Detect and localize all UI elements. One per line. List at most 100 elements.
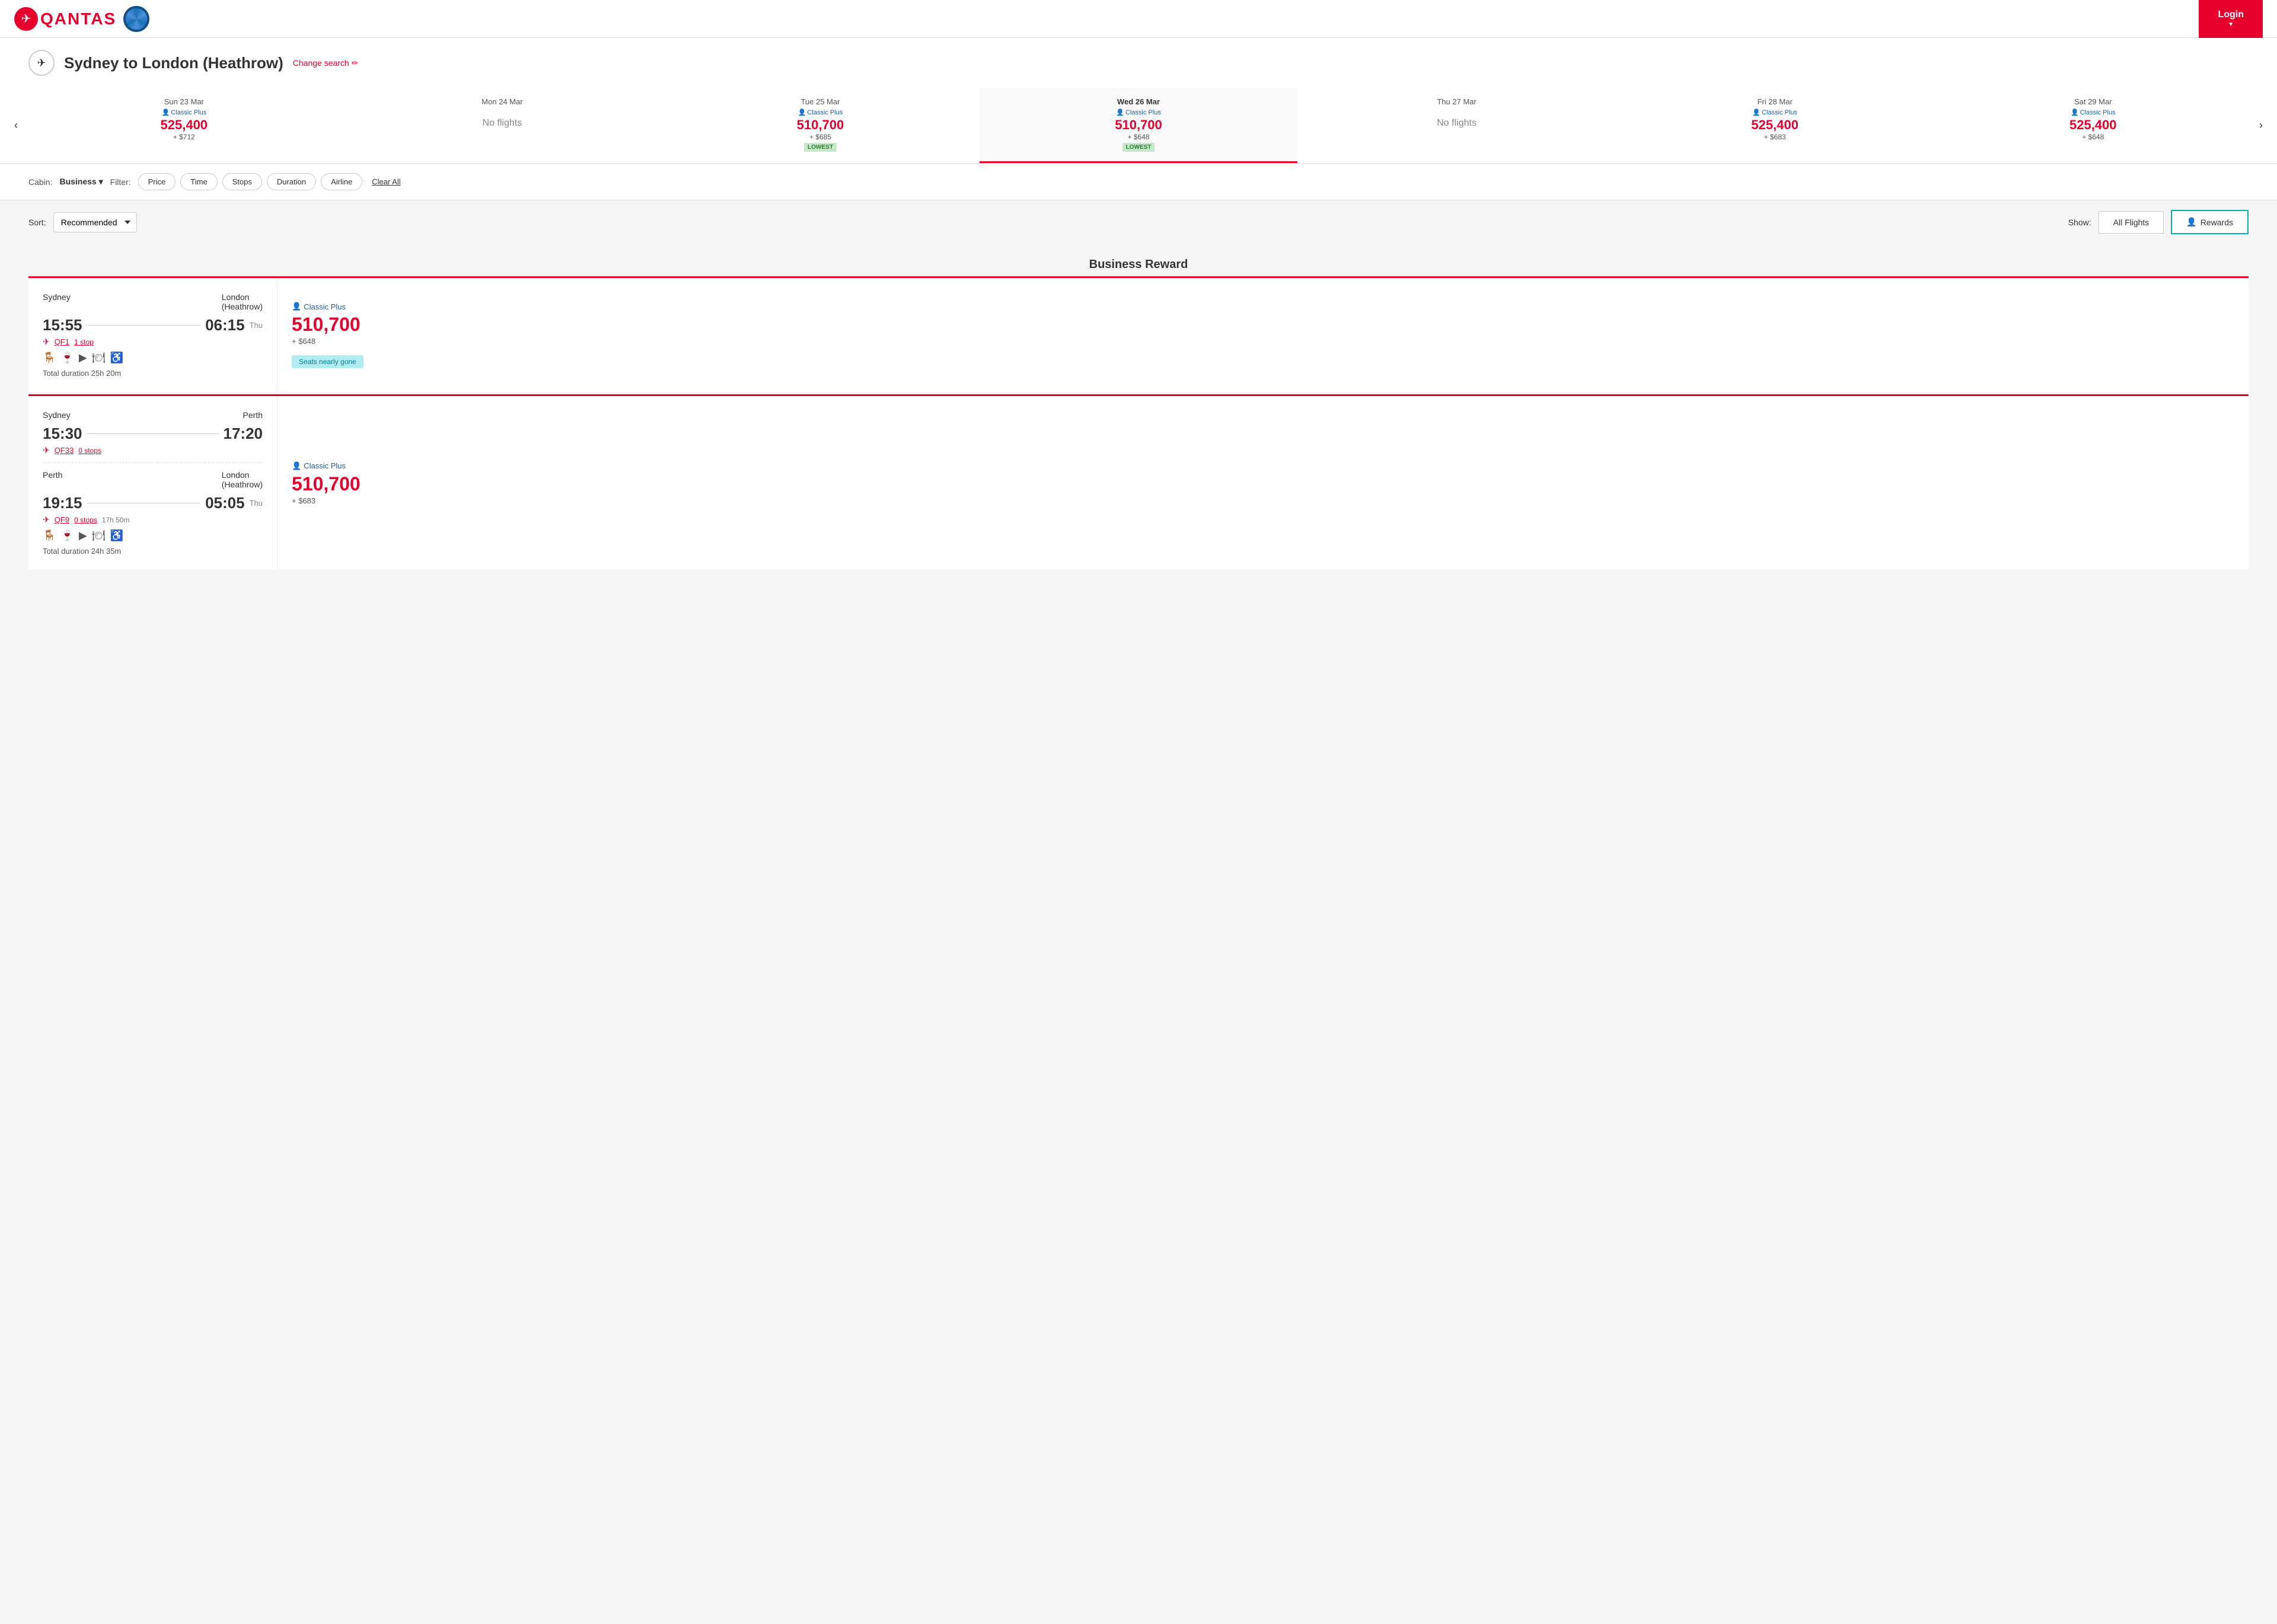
date-surcharge: + $685 xyxy=(666,133,975,141)
origin-city: Sydney xyxy=(43,292,71,311)
person-icon: 👤 xyxy=(161,109,170,116)
flight-number[interactable]: QF33 xyxy=(55,446,74,455)
qantas-plane-icon: ✈ xyxy=(43,445,50,455)
date-cell-5[interactable]: Fri 28 Mar👤 Classic Plus525,400+ $683 xyxy=(1616,88,1934,163)
amenity-icon-4: ♿ xyxy=(110,529,123,542)
flight-route-header: Perth London(Heathrow) xyxy=(43,470,263,489)
filter-pill-price[interactable]: Price xyxy=(138,173,176,190)
cabin-select[interactable]: Business ▾ xyxy=(59,177,103,187)
filter-pill-time[interactable]: Time xyxy=(180,173,217,190)
amenity-icon-2: ▶ xyxy=(79,352,87,364)
amenity-icon-1: 🍷 xyxy=(60,529,74,542)
lowest-badge: LOWEST xyxy=(1122,143,1155,152)
flight-number[interactable]: QF1 xyxy=(55,337,69,346)
header: ✈ QANTAS Login ▼ xyxy=(0,0,2277,38)
classic-plus-label: 👤 Classic Plus xyxy=(984,109,1293,116)
oneworld-globe xyxy=(126,8,147,30)
flight-amenities: 🪑🍷▶🍽♿ xyxy=(43,529,263,542)
filter-pill-stops[interactable]: Stops xyxy=(222,173,262,190)
rewards-person-icon: 👤 xyxy=(2186,217,2196,227)
classic-plus-label: 👤 Classic Plus xyxy=(30,109,339,116)
rewards-button[interactable]: 👤 Rewards xyxy=(2171,210,2249,234)
flight-number[interactable]: QF9 xyxy=(55,515,69,524)
stops-badge[interactable]: 0 stops xyxy=(78,446,101,455)
flight-number-row: ✈ QF9 0 stops 17h 50m xyxy=(43,515,263,525)
next-date-button[interactable]: › xyxy=(2252,114,2270,136)
clear-all-link[interactable]: Clear All xyxy=(372,177,400,186)
flight-left: Sydney London(Heathrow) 15:55 06:15 Thu … xyxy=(28,278,278,392)
flight-left: Sydney Perth 15:30 17:20 ✈ QF33 0 stops … xyxy=(28,396,278,570)
flight-right[interactable]: 👤 Classic Plus 510,700 + $648 Seats near… xyxy=(278,278,2249,392)
person-icon: 👤 xyxy=(1752,109,1761,116)
price-person-icon: 👤 xyxy=(292,302,301,311)
arrive-time: 05:05 xyxy=(205,494,245,512)
date-cell-0[interactable]: Sun 23 Mar👤 Classic Plus525,400+ $712 xyxy=(25,88,343,163)
cabin-value: Business xyxy=(59,177,96,186)
date-label: Sat 29 Mar xyxy=(1938,97,2247,106)
origin-city: Sydney xyxy=(43,410,71,420)
date-surcharge: + $648 xyxy=(1938,133,2247,141)
stops-badge[interactable]: 1 stop xyxy=(74,338,94,346)
filter-pill-airline[interactable]: Airline xyxy=(321,173,362,190)
arrive-time: 06:15 xyxy=(205,316,245,334)
segment-duration: 17h 50m xyxy=(102,516,130,524)
date-surcharge: + $683 xyxy=(1621,133,1930,141)
total-duration: Total duration 24h 35m xyxy=(43,547,263,556)
filter-pills: PriceTime Stops Duration Airline xyxy=(138,173,363,190)
qantas-wordmark: QANTAS xyxy=(40,9,116,28)
price-surcharge: + $648 xyxy=(292,337,315,346)
login-label: Login xyxy=(2218,9,2244,20)
route-title: Sydney to London (Heathrow) xyxy=(64,54,283,72)
main-content: Business Reward Sydney London(Heathrow) … xyxy=(0,244,2277,596)
change-search-link[interactable]: Change search ✏ xyxy=(293,58,359,68)
flight-card-1: Sydney London(Heathrow) 15:55 06:15 Thu … xyxy=(28,276,2249,392)
segment-divider xyxy=(43,462,263,463)
classic-plus-text: Classic Plus xyxy=(304,461,346,470)
date-label: Tue 25 Mar xyxy=(666,97,975,106)
person-icon: 👤 xyxy=(1116,109,1124,116)
depart-time: 15:30 xyxy=(43,425,82,443)
date-cells: Sun 23 Mar👤 Classic Plus525,400+ $712Mon… xyxy=(25,88,2252,163)
date-price: 510,700 xyxy=(666,117,975,133)
login-button[interactable]: Login ▼ xyxy=(2199,0,2263,38)
filter-pill-duration[interactable]: Duration xyxy=(267,173,316,190)
filter-label: Filter: xyxy=(110,177,131,187)
amenity-icon-0: 🪑 xyxy=(43,352,56,364)
oneworld-logo xyxy=(123,6,149,32)
sort-select[interactable]: Recommended xyxy=(53,212,137,232)
date-cell-6[interactable]: Sat 29 Mar👤 Classic Plus525,400+ $648 xyxy=(1934,88,2252,163)
login-chevron-icon: ▼ xyxy=(2228,21,2234,28)
depart-time: 15:55 xyxy=(43,316,82,334)
date-cell-1[interactable]: Mon 24 MarNo flights xyxy=(343,88,662,163)
cabin-label: Cabin: xyxy=(28,177,52,187)
filter-bar: Cabin: Business ▾ Filter: PriceTime Stops… xyxy=(0,164,2277,200)
route-section: ✈ Sydney to London (Heathrow) Change sea… xyxy=(0,38,2277,88)
date-cell-2[interactable]: Tue 25 Mar👤 Classic Plus510,700+ $685LOW… xyxy=(661,88,980,163)
total-duration: Total duration 25h 20m xyxy=(43,369,263,378)
qantas-logo: ✈ QANTAS xyxy=(14,7,116,31)
flight-right[interactable]: 👤 Classic Plus 510,700 + $683 xyxy=(278,396,2249,570)
depart-time: 19:15 xyxy=(43,494,82,512)
all-flights-button[interactable]: All Flights xyxy=(2099,211,2164,234)
amenity-icon-4: ♿ xyxy=(110,352,123,364)
date-cell-3[interactable]: Wed 26 Mar👤 Classic Plus510,700+ $648LOW… xyxy=(980,88,1298,163)
flight-route-header: Sydney Perth xyxy=(43,410,263,420)
show-right: Show: All Flights 👤 Rewards xyxy=(2068,210,2249,234)
pencil-icon: ✏ xyxy=(352,58,359,68)
arrive-time: 17:20 xyxy=(224,425,263,443)
flight-price: 510,700 xyxy=(292,473,361,495)
flight-line xyxy=(87,325,201,326)
classic-plus-label: 👤 Classic Plus xyxy=(1621,109,1930,116)
price-person-icon: 👤 xyxy=(292,461,301,471)
classic-plus-price-label: 👤 Classic Plus xyxy=(292,302,346,311)
flight-times: 15:55 06:15 Thu xyxy=(43,316,263,334)
sort-bar: Sort: Recommended Show: All Flights 👤 Re… xyxy=(0,200,2277,244)
arrive-day: Thu xyxy=(250,499,263,508)
date-cell-4[interactable]: Thu 27 MarNo flights xyxy=(1297,88,1616,163)
prev-date-button[interactable]: ‹ xyxy=(7,114,25,136)
classic-plus-text: Classic Plus xyxy=(304,302,346,311)
flight-number-row: ✈ QF33 0 stops xyxy=(43,445,263,455)
stops-badge[interactable]: 0 stops xyxy=(74,516,97,524)
flight-line xyxy=(87,433,219,434)
flight-route-header: Sydney London(Heathrow) xyxy=(43,292,263,311)
